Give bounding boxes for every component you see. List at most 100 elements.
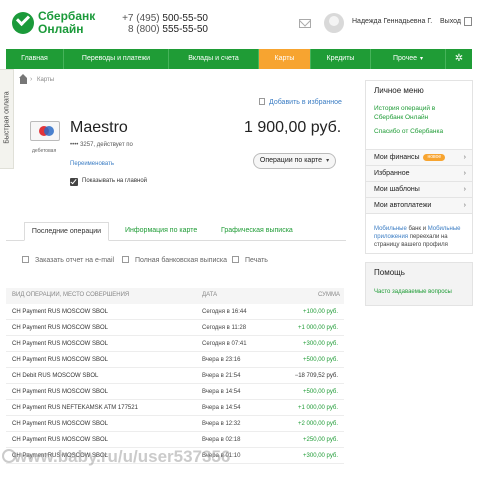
nav-item-cards[interactable]: Карты (259, 49, 311, 69)
menu-label: Мои финансы (374, 154, 420, 161)
page: Сбербанк Онлайн +7 (495) 500-55-50 8 (80… (0, 0, 480, 480)
column-header-amount: СУММА (318, 292, 340, 298)
help-title: Помощь (374, 268, 405, 277)
nav-item-other[interactable]: Прочее ▾ (371, 49, 446, 69)
full-statement-action[interactable]: Полная банковская выписка (122, 256, 227, 264)
gear-icon[interactable]: ✲ (446, 49, 472, 69)
column-header-date: ДАТА (202, 292, 218, 298)
home-icon[interactable] (19, 74, 27, 84)
brand-line2: Онлайн (38, 22, 84, 36)
operation-cell: CH Debit RUS MOSCOW SBOL (12, 373, 99, 379)
menu-label: Избранное (374, 170, 410, 177)
operation-cell: CH Payment RUS MOSCOW SBOL (12, 341, 109, 347)
date-cell: Вчера в 14:54 (202, 405, 241, 411)
tab-card-info[interactable]: Информация по карте (125, 222, 197, 241)
statement-label: Полная банковская выписка (135, 257, 228, 264)
brand-name[interactable]: Сбербанк Онлайн (38, 10, 95, 36)
card-type: дебетовая (32, 148, 57, 154)
show-on-main-checkbox[interactable] (70, 178, 78, 186)
mobile-text-part: банк и (408, 226, 427, 232)
chevron-right-icon: › (463, 186, 466, 193)
phone1-number: 500-55-50 (162, 13, 208, 24)
nav-item-deposits[interactable]: Вклады и счета (169, 49, 259, 69)
username[interactable]: Надежда Геннадьевна Г. (352, 18, 432, 25)
tab-recent-operations[interactable]: Последние операции (24, 222, 109, 241)
menu-my-templates[interactable]: Мои шаблоны › (366, 181, 472, 197)
mail-icon[interactable] (299, 19, 311, 28)
phone-line-2: 8 (800) 555-55-50 (128, 24, 208, 35)
tab-graphic-statement[interactable]: Графическая выписка (221, 222, 293, 241)
faq-link[interactable]: Часто задаваемые вопросы (374, 288, 464, 296)
nav-item-main[interactable]: Главная (6, 49, 64, 69)
nav-label: Переводы и платежи (81, 55, 151, 62)
date-cell: Сегодня в 11:28 (202, 325, 247, 331)
bookmark-icon (259, 98, 265, 105)
card-balance: 1 900,00 руб. (244, 119, 342, 136)
nav-item-credits[interactable]: Кредиты (311, 49, 371, 69)
personal-menu-title: Личное меню (374, 86, 424, 95)
quick-pay-tab[interactable]: Быстрая оплата (0, 69, 14, 169)
amount-cell: −18 709,52 руб. (294, 373, 338, 379)
card-name: Maestro (70, 119, 128, 136)
operation-cell: CH Payment RUS MOSCOW SBOL (12, 325, 109, 331)
email-report-action[interactable]: Заказать отчет на e-mail (22, 256, 114, 264)
nav-label: Карты (274, 55, 295, 62)
date-cell: Сегодня в 16:44 (202, 309, 247, 315)
phone1-prefix: +7 (495) (122, 13, 160, 24)
nav-item-transfers[interactable]: Переводы и платежи (64, 49, 169, 69)
nav-label: Прочее (392, 55, 418, 62)
print-label: Печать (245, 257, 268, 264)
menu-favorites[interactable]: Избранное › (366, 165, 472, 181)
amount-cell: +500,00 руб. (303, 389, 338, 395)
document-icon (122, 256, 129, 263)
amount-cell: +250,00 руб. (303, 437, 338, 443)
operation-cell: CH Payment RUS MOSCOW SBOL (12, 357, 109, 363)
nav-label: Кредиты (326, 55, 355, 62)
breadcrumb-current[interactable]: Карты (37, 77, 54, 83)
amount-cell: +300,00 руб. (303, 341, 338, 347)
logout-link[interactable]: Выход (440, 18, 461, 25)
favorites-label: Добавить в избранное (269, 99, 342, 106)
date-cell: Сегодня в 07:41 (202, 341, 247, 347)
chevron-down-icon: ▾ (420, 56, 424, 62)
logout-icon[interactable] (464, 17, 472, 26)
amount-cell: +100,00 руб. (303, 309, 338, 315)
amount-cell: +300,00 руб. (303, 453, 338, 459)
chevron-down-icon: ▾ (326, 158, 330, 164)
menu-label: Мои шаблоны (374, 186, 420, 193)
card-operations-button[interactable]: Операции по карте ▾ (253, 153, 336, 169)
date-cell: Вчера в 12:32 (202, 421, 241, 427)
avatar[interactable] (324, 13, 344, 33)
main-nav: Главная Переводы и платежи Вклады и счет… (6, 49, 472, 69)
operation-cell: CH Payment RUS MOSCOW SBOL (12, 389, 109, 395)
show-on-main-label[interactable]: Показывать на главной (82, 178, 147, 184)
operations-history-link[interactable]: История операций в Сбербанк Онлайн (374, 104, 466, 122)
amount-cell: +500,00 руб. (303, 357, 338, 363)
rename-link[interactable]: Переименовать (70, 161, 114, 167)
date-cell: Вчера в 02:18 (202, 437, 241, 443)
operation-cell: CH Payment RUS MOSCOW SBOL (12, 421, 109, 427)
ops-button-label: Операции по карте (259, 157, 323, 164)
amount-cell: +1 000,00 руб. (298, 405, 338, 411)
add-to-favorites-link[interactable]: Добавить в избранное (259, 98, 342, 106)
column-header-operation: ВИД ОПЕРАЦИИ, МЕСТО СОВЕРШЕНИЯ (12, 292, 130, 298)
maestro-card-icon (30, 121, 60, 141)
printer-icon (232, 256, 239, 263)
breadcrumb-separator: › (30, 76, 33, 83)
menu-my-finances[interactable]: Мои финансы новое › (366, 149, 472, 165)
quick-pay-label: Быстрая оплата (3, 91, 11, 144)
email-report-label: Заказать отчет на e-mail (35, 257, 115, 264)
spasibo-link[interactable]: Спасибо от Сбербанка (374, 127, 443, 136)
amount-cell: +2 000,00 руб. (298, 421, 338, 427)
menu-label: Мои автоплатежи (374, 202, 432, 209)
chevron-right-icon: › (463, 154, 466, 161)
nav-label: Вклады и счета (188, 55, 239, 62)
phone2-number: 555-55-50 (162, 24, 208, 35)
mobile-bank-link[interactable]: Мобильные (374, 226, 407, 232)
card-number: •••• 3257, действует по (70, 142, 133, 148)
amount-cell: +1 000,00 руб. (298, 325, 338, 331)
print-action[interactable]: Печать (232, 256, 268, 264)
nav-label: Главная (21, 55, 48, 62)
menu-my-autopayments[interactable]: Мои автоплатежи › (366, 197, 472, 213)
date-cell: Вчера в 23:16 (202, 357, 241, 363)
